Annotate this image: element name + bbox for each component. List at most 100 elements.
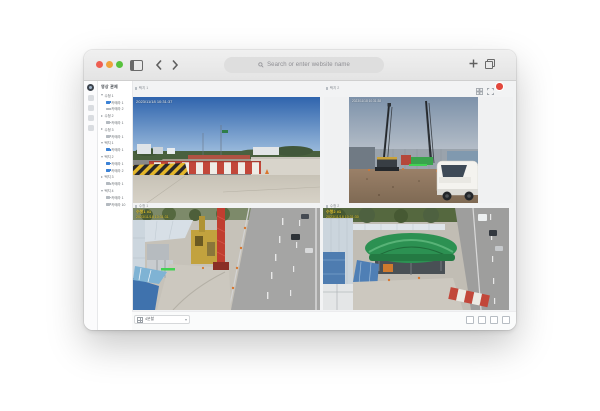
tree-camera-item[interactable]: 카메라 1 — [98, 133, 132, 140]
notification-badge[interactable] — [496, 83, 503, 90]
event-icon[interactable] — [88, 115, 94, 121]
caret-icon — [101, 128, 103, 130]
tree-item-label: 택지 3 — [105, 174, 114, 179]
camera-icon — [106, 162, 110, 165]
camera-icon — [106, 182, 110, 185]
tree-camera-item[interactable]: 카메라 1 — [98, 194, 132, 201]
caret-icon — [101, 94, 103, 96]
pane-tab-label: 택지 2 — [330, 86, 340, 91]
caret-icon — [101, 176, 103, 178]
tree-group-item[interactable]: 수청 3 — [98, 126, 132, 133]
feed-3-overlay: 수청1 #1 2023/11/18 10:31:31 — [136, 210, 169, 219]
playback-icon[interactable] — [88, 105, 94, 111]
camera-icon — [106, 108, 110, 111]
icon-rail — [84, 81, 98, 330]
feed-2-scene — [349, 97, 478, 203]
tree-item-label: 카메라 1 — [111, 120, 123, 125]
tree-group-item[interactable]: 택지 2 — [98, 153, 132, 160]
tree-group-item[interactable]: 수청 2 — [98, 112, 132, 119]
tree-camera-item[interactable]: 카메라 1 — [98, 180, 132, 187]
tab-overview-icon[interactable] — [485, 59, 493, 67]
browser-window: Search or enter website name 영상 관제 수청 1 카… — [84, 50, 516, 330]
fullscreen-icon[interactable] — [502, 316, 510, 324]
forward-icon[interactable] — [170, 59, 180, 71]
camera-feed-1[interactable]: 2023/11/18 10:31:37 — [133, 97, 320, 203]
camera-icon — [106, 196, 110, 199]
cctv-app: 영상 관제 수청 1카메라 1카메라 2수청 2카메라 1수청 3카메라 1택지… — [84, 81, 516, 330]
new-tab-icon[interactable] — [468, 58, 479, 69]
camera-icon — [106, 148, 110, 151]
sidebar-toggle-icon[interactable] — [130, 60, 143, 71]
pane-tab-1[interactable]: 택지 1 — [135, 86, 148, 91]
tree-camera-item[interactable]: 카메라 1 — [98, 119, 132, 126]
camera-icon — [106, 135, 110, 138]
camera-icon — [106, 169, 110, 172]
caret-icon — [101, 142, 103, 144]
caret-icon — [101, 115, 103, 117]
zoom-button[interactable] — [116, 61, 123, 68]
tree-camera-item[interactable]: 카메라 2 — [98, 167, 132, 174]
close-button[interactable] — [96, 61, 103, 68]
feed-2-timestamp: 2023/11/18 10:31:38 — [352, 99, 381, 103]
channel-icon — [326, 87, 328, 89]
feed-4-scene — [323, 208, 509, 310]
grid-layout-icon — [137, 317, 143, 323]
back-icon[interactable] — [154, 59, 164, 71]
next-page-icon[interactable] — [490, 316, 498, 324]
tree-camera-item[interactable]: 카메라 1 — [98, 160, 132, 167]
camera-feed-4[interactable]: 수청2 #1 2023/11/18 10:31:30 — [323, 208, 509, 310]
camera-tree-panel: 영상 관제 수청 1카메라 1카메라 2수청 2카메라 1수청 3카메라 1택지… — [98, 81, 133, 330]
tree-item-label: 카메라 1 — [111, 181, 123, 186]
tree-camera-item[interactable]: 카메라 10 — [98, 201, 132, 208]
channel-icon — [135, 87, 137, 89]
camera-feed-2[interactable]: 2023/11/18 10:31:38 — [349, 97, 478, 203]
tree-group-item[interactable]: 택지 1 — [98, 140, 132, 147]
tree-item-label: 수청 2 — [105, 113, 114, 118]
grid-layout-icon[interactable] — [466, 316, 474, 324]
pane-tab-label: 택지 1 — [139, 86, 149, 91]
feed-3-timestamp: 2023/11/18 10:31:31 — [136, 215, 169, 220]
pane-tab-2[interactable]: 택지 2 — [326, 86, 339, 91]
live-view-icon[interactable] — [88, 95, 94, 101]
tree-item-label: 카메라 2 — [111, 168, 123, 173]
address-bar[interactable]: Search or enter website name — [224, 57, 384, 73]
minimize-button[interactable] — [106, 61, 113, 68]
feed-1-scene — [133, 97, 320, 203]
tree-item-label: 카메라 10 — [111, 202, 125, 207]
feed-3-scene — [133, 208, 320, 310]
camera-icon — [106, 121, 110, 124]
layout-select[interactable]: 4분할 — [134, 315, 190, 324]
tree-camera-item[interactable]: 카메라 2 — [98, 106, 132, 113]
camera-icon — [106, 203, 110, 206]
camera-feed-3[interactable]: 수청1 #1 2023/11/18 10:31:31 — [133, 208, 320, 310]
caret-icon — [101, 190, 103, 192]
layout-select-value: 4분할 — [145, 317, 183, 322]
tree-item-label: 카메라 1 — [111, 134, 123, 139]
tree-item-label: 수청 3 — [105, 127, 114, 132]
feed-1-timestamp: 2023/11/18 10:31:37 — [136, 99, 172, 104]
tree-group-item[interactable]: 수청 1 — [98, 92, 132, 99]
feed-4-overlay: 수청2 #1 2023/11/18 10:31:30 — [326, 210, 359, 219]
tree-item-label: 카메라 1 — [111, 100, 123, 105]
app-logo-icon[interactable] — [87, 84, 94, 91]
tree-group-item[interactable]: 택지 4 — [98, 187, 132, 194]
bottom-bar: 4분할 — [132, 311, 516, 330]
tree-item-label: 수청 1 — [105, 93, 114, 98]
browser-toolbar: Search or enter website name — [84, 50, 516, 81]
chevron-down-icon — [185, 319, 187, 321]
address-placeholder: Search or enter website name — [267, 62, 350, 68]
bottom-bar-icons — [466, 316, 510, 324]
tree-header: 영상 관제 — [101, 84, 118, 90]
tree-item-label: 카메라 1 — [111, 195, 123, 200]
tree-item-label: 카메라 2 — [111, 106, 123, 111]
grid-layout-icon[interactable] — [476, 88, 483, 95]
prev-page-icon[interactable] — [478, 316, 486, 324]
tree-item-label: 택지 4 — [105, 188, 114, 193]
tree-camera-item[interactable]: 카메라 1 — [98, 99, 132, 106]
tree-item-label: 택지 1 — [105, 140, 114, 145]
tree-group-item[interactable]: 택지 3 — [98, 174, 132, 181]
fullscreen-icon[interactable] — [487, 88, 494, 95]
settings-icon[interactable] — [88, 125, 94, 131]
tree-camera-item[interactable]: 카메라 1 — [98, 146, 132, 153]
camera-icon — [106, 101, 110, 104]
